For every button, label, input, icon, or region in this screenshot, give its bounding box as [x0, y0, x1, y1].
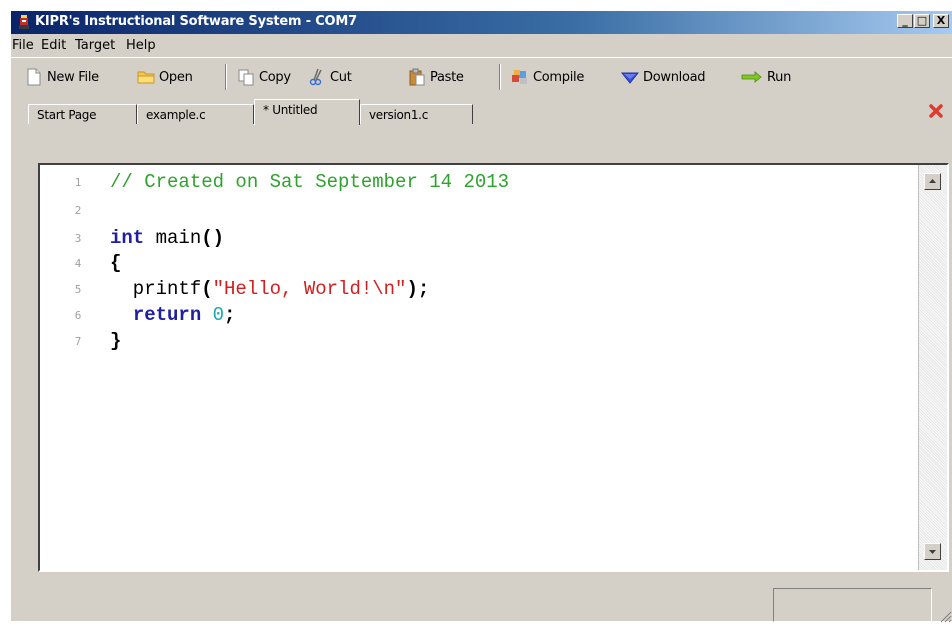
open-button[interactable]: Open — [137, 67, 193, 87]
code-area[interactable]: 1 // Created on Sat September 14 2013 2 … — [40, 165, 918, 570]
code-line-1: 1 // Created on Sat September 14 2013 — [40, 169, 918, 193]
copy-icon — [237, 68, 255, 86]
paste-button[interactable]: Paste — [408, 67, 464, 87]
code-text: return 0; — [110, 304, 236, 326]
line-number: 5 — [74, 283, 82, 296]
status-panel — [773, 588, 932, 622]
minimize-icon: _ — [902, 14, 908, 27]
menu-file[interactable]: File — [12, 38, 34, 53]
keyword-int: int — [110, 227, 145, 249]
paste-label: Paste — [430, 69, 464, 85]
cut-label: Cut — [330, 69, 352, 85]
keyword-return: return — [132, 304, 202, 326]
code-text: printf("Hello, World!\n"); — [110, 278, 429, 300]
resize-grip-icon[interactable] — [938, 608, 952, 623]
copy-label: Copy — [259, 69, 291, 85]
vertical-scrollbar[interactable] — [918, 165, 947, 570]
close-tab-icon[interactable] — [928, 103, 944, 119]
code-line-7: 7 } — [40, 328, 918, 352]
copy-button[interactable]: Copy — [237, 67, 291, 87]
close-brace: } — [110, 330, 122, 352]
scissors-icon — [308, 68, 326, 86]
identifier-printf: printf — [110, 278, 202, 300]
code-text: int main() — [110, 227, 224, 249]
parens: () — [201, 227, 225, 249]
toolbar-separator — [225, 64, 227, 90]
folder-icon — [137, 68, 155, 86]
tab-untitled[interactable]: * Untitled — [254, 99, 360, 125]
open-label: Open — [159, 69, 193, 85]
run-button[interactable]: Run — [741, 67, 791, 87]
code-line-4: 4 { — [40, 250, 918, 274]
code-line-5: 5 printf("Hello, World!\n"); — [40, 276, 918, 300]
new-file-icon — [25, 68, 43, 86]
code-line-3: 3 int main() — [40, 225, 918, 249]
tab-start-page[interactable]: Start Page — [28, 104, 137, 124]
line-number: 1 — [74, 176, 82, 189]
maximize-button[interactable]: □ — [914, 14, 930, 28]
code-line-6: 6 return 0; — [40, 302, 918, 326]
tab-label: version1.c — [369, 108, 428, 122]
cut-button[interactable]: Cut — [308, 67, 352, 87]
tab-version1-c[interactable]: version1.c — [360, 104, 473, 124]
code-line-2: 2 — [40, 197, 918, 221]
main-window: KIPR's Instructional Software System - C… — [10, 10, 952, 623]
line-number: 2 — [74, 204, 82, 217]
toolbar-separator — [499, 64, 501, 90]
code-editor[interactable]: 1 // Created on Sat September 14 2013 2 … — [38, 163, 949, 572]
tab-label: example.c — [146, 108, 206, 122]
menu-edit[interactable]: Edit — [41, 38, 66, 53]
line-number: 7 — [74, 335, 82, 348]
download-button[interactable]: Download — [620, 67, 706, 87]
minimize-button[interactable]: _ — [897, 14, 913, 28]
scroll-up-icon — [929, 179, 936, 183]
open-brace: { — [110, 252, 122, 274]
title-bar[interactable]: KIPR's Instructional Software System - C… — [11, 11, 952, 34]
line-number: 6 — [74, 309, 82, 322]
code-comment: // Created on Sat September 14 2013 — [110, 171, 510, 193]
tab-label: Start Page — [37, 108, 97, 122]
compile-icon — [511, 68, 529, 86]
string-literal: "Hello, World!\n" — [212, 278, 407, 300]
menu-help[interactable]: Help — [126, 38, 156, 53]
line-number: 3 — [74, 232, 82, 245]
compile-label: Compile — [533, 69, 585, 85]
new-file-label: New File — [47, 69, 99, 85]
app-icon — [17, 15, 31, 30]
download-label: Download — [643, 69, 706, 85]
maximize-icon: □ — [916, 14, 928, 27]
number-literal: 0 — [212, 304, 225, 326]
compile-button[interactable]: Compile — [511, 67, 584, 87]
download-icon — [620, 68, 640, 86]
new-file-button[interactable]: New File — [25, 67, 99, 87]
scroll-down-icon — [929, 550, 936, 554]
paste-icon — [408, 68, 426, 86]
menu-bar: File Edit Target Help — [11, 34, 952, 56]
semicolon: ; — [224, 304, 236, 326]
tab-example-c[interactable]: example.c — [137, 104, 254, 124]
line-number: 4 — [74, 257, 82, 270]
tab-label: * Untitled — [263, 103, 318, 117]
tab-bar: Start Page example.c * Untitled version1… — [11, 95, 952, 125]
paren-close: ); — [406, 278, 430, 300]
close-icon: X — [936, 14, 946, 27]
menu-target[interactable]: Target — [75, 38, 115, 53]
identifier-main: main — [144, 227, 202, 249]
status-bar — [11, 574, 952, 623]
window-title: KIPR's Instructional Software System - C… — [35, 14, 357, 29]
run-label: Run — [767, 69, 792, 85]
close-button[interactable]: X — [933, 14, 949, 28]
arrow-right-icon — [741, 68, 763, 86]
scroll-down-button[interactable] — [924, 543, 941, 560]
toolbar: New File Open Copy Cut Paste Compile Dow… — [11, 57, 952, 96]
paren-open: ( — [201, 278, 213, 300]
scroll-up-button[interactable] — [924, 173, 941, 190]
